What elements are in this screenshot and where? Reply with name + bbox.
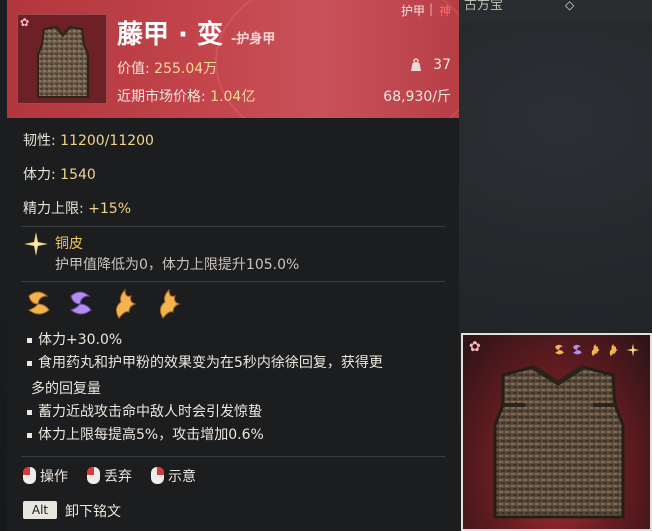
left-mouse-icon xyxy=(23,467,36,484)
stat-label: 体力: xyxy=(23,167,56,183)
item-preview: ✿ xyxy=(461,333,652,531)
bonus-item: 体力上限每提高5%，攻击增加0.6% xyxy=(27,425,264,446)
divider xyxy=(21,281,445,282)
divider xyxy=(21,456,445,457)
swirl-glyph-icon[interactable] xyxy=(65,288,95,320)
flame-glyph-icon[interactable] xyxy=(153,288,183,320)
flower-icon: ✿ xyxy=(20,16,30,29)
stat-energy: 精力上限: +15% xyxy=(23,198,131,218)
tooltip-header: 护甲 | 神 ✿ 藤甲 · 变 -护身甲 价值: 255.04万 37 近期市场… xyxy=(7,0,459,118)
show-action[interactable]: 示意 xyxy=(151,466,196,486)
weight-icon xyxy=(411,58,421,71)
stat-value: 11200/11200 xyxy=(60,133,154,149)
discard-action[interactable]: 丢弃 xyxy=(87,466,132,486)
market-row: 近期市场价格: 1.04亿 xyxy=(117,86,255,106)
market-unit-price: 68,930/斤 xyxy=(383,89,451,105)
bonus-text: 体力+30.0% xyxy=(38,332,123,348)
bullet-dot xyxy=(27,432,32,438)
stat-label: 精力上限: xyxy=(23,201,84,217)
perk-name: 铜皮 xyxy=(55,236,83,252)
item-tooltip: 护甲 | 神 ✿ 藤甲 · 变 -护身甲 价值: 255.04万 37 近期市场… xyxy=(7,0,459,531)
item-subtitle: -护身甲 xyxy=(231,32,276,47)
armor-vest-icon xyxy=(37,25,89,98)
market-price: 1.04亿 xyxy=(210,89,256,105)
alt-key-icon: Alt xyxy=(23,501,57,519)
value-row: 价值: 255.04万 xyxy=(117,58,217,78)
operate-action[interactable]: 操作 xyxy=(23,466,68,486)
swirl-glyph-icon[interactable] xyxy=(23,288,53,320)
perk-description: 护甲值降低为0，体力上限提升105.0% xyxy=(55,257,300,273)
bullet-dot xyxy=(27,409,32,415)
diamond-icon: ◇ xyxy=(565,0,575,12)
background-top-text: 古方宝 xyxy=(464,0,504,13)
stat-toughness: 韧性: 11200/11200 xyxy=(23,130,154,150)
stat-stamina: 体力: 1540 xyxy=(23,164,96,184)
stat-label: 韧性: xyxy=(23,133,56,149)
bonus-text: 体力上限每提高5%，攻击增加0.6% xyxy=(38,427,264,443)
value-label: 价值: xyxy=(117,61,150,77)
stat-value: 1540 xyxy=(60,167,96,183)
bonus-item: 蓄力近战攻击命中敌人时会引发惊蛰 xyxy=(27,402,262,423)
action-label: 示意 xyxy=(168,469,196,485)
bullet-dot xyxy=(27,360,32,366)
bonus-text-continued: 多的回复量 xyxy=(31,381,101,397)
tag-separator: | xyxy=(428,2,433,16)
bonus-item: 食用药丸和护甲粉的效果变为在5秒内徐徐回复，获得更 xyxy=(27,353,383,374)
item-title: 藤甲 · 变 xyxy=(117,20,223,50)
bullet-dot xyxy=(27,337,32,343)
remove-inscription-action[interactable]: 卸下铭文 xyxy=(65,501,121,521)
action-label: 丢弃 xyxy=(104,469,132,485)
left-mouse-icon xyxy=(87,467,100,484)
action-label: 操作 xyxy=(40,469,68,485)
weight-value: 37 xyxy=(433,57,451,73)
stat-value: +15% xyxy=(88,201,132,217)
category-tag: 护甲 xyxy=(400,4,425,18)
rarity-tag: 神 xyxy=(438,4,451,18)
divider xyxy=(21,226,445,227)
right-mouse-icon xyxy=(151,467,164,484)
flame-glyph-icon[interactable] xyxy=(109,288,139,320)
bonus-text: 蓄力近战攻击命中敌人时会引发惊蛰 xyxy=(38,404,262,420)
sparkle-icon xyxy=(24,232,48,256)
bonus-item: 体力+30.0% xyxy=(27,330,122,351)
item-thumbnail: ✿ xyxy=(17,14,107,104)
armor-vest-icon xyxy=(493,364,625,519)
market-label: 近期市场价格: xyxy=(117,89,206,105)
value-amount: 255.04万 xyxy=(154,61,218,77)
bonus-text: 食用药丸和护甲粉的效果变为在5秒内徐徐回复，获得更 xyxy=(38,355,383,371)
